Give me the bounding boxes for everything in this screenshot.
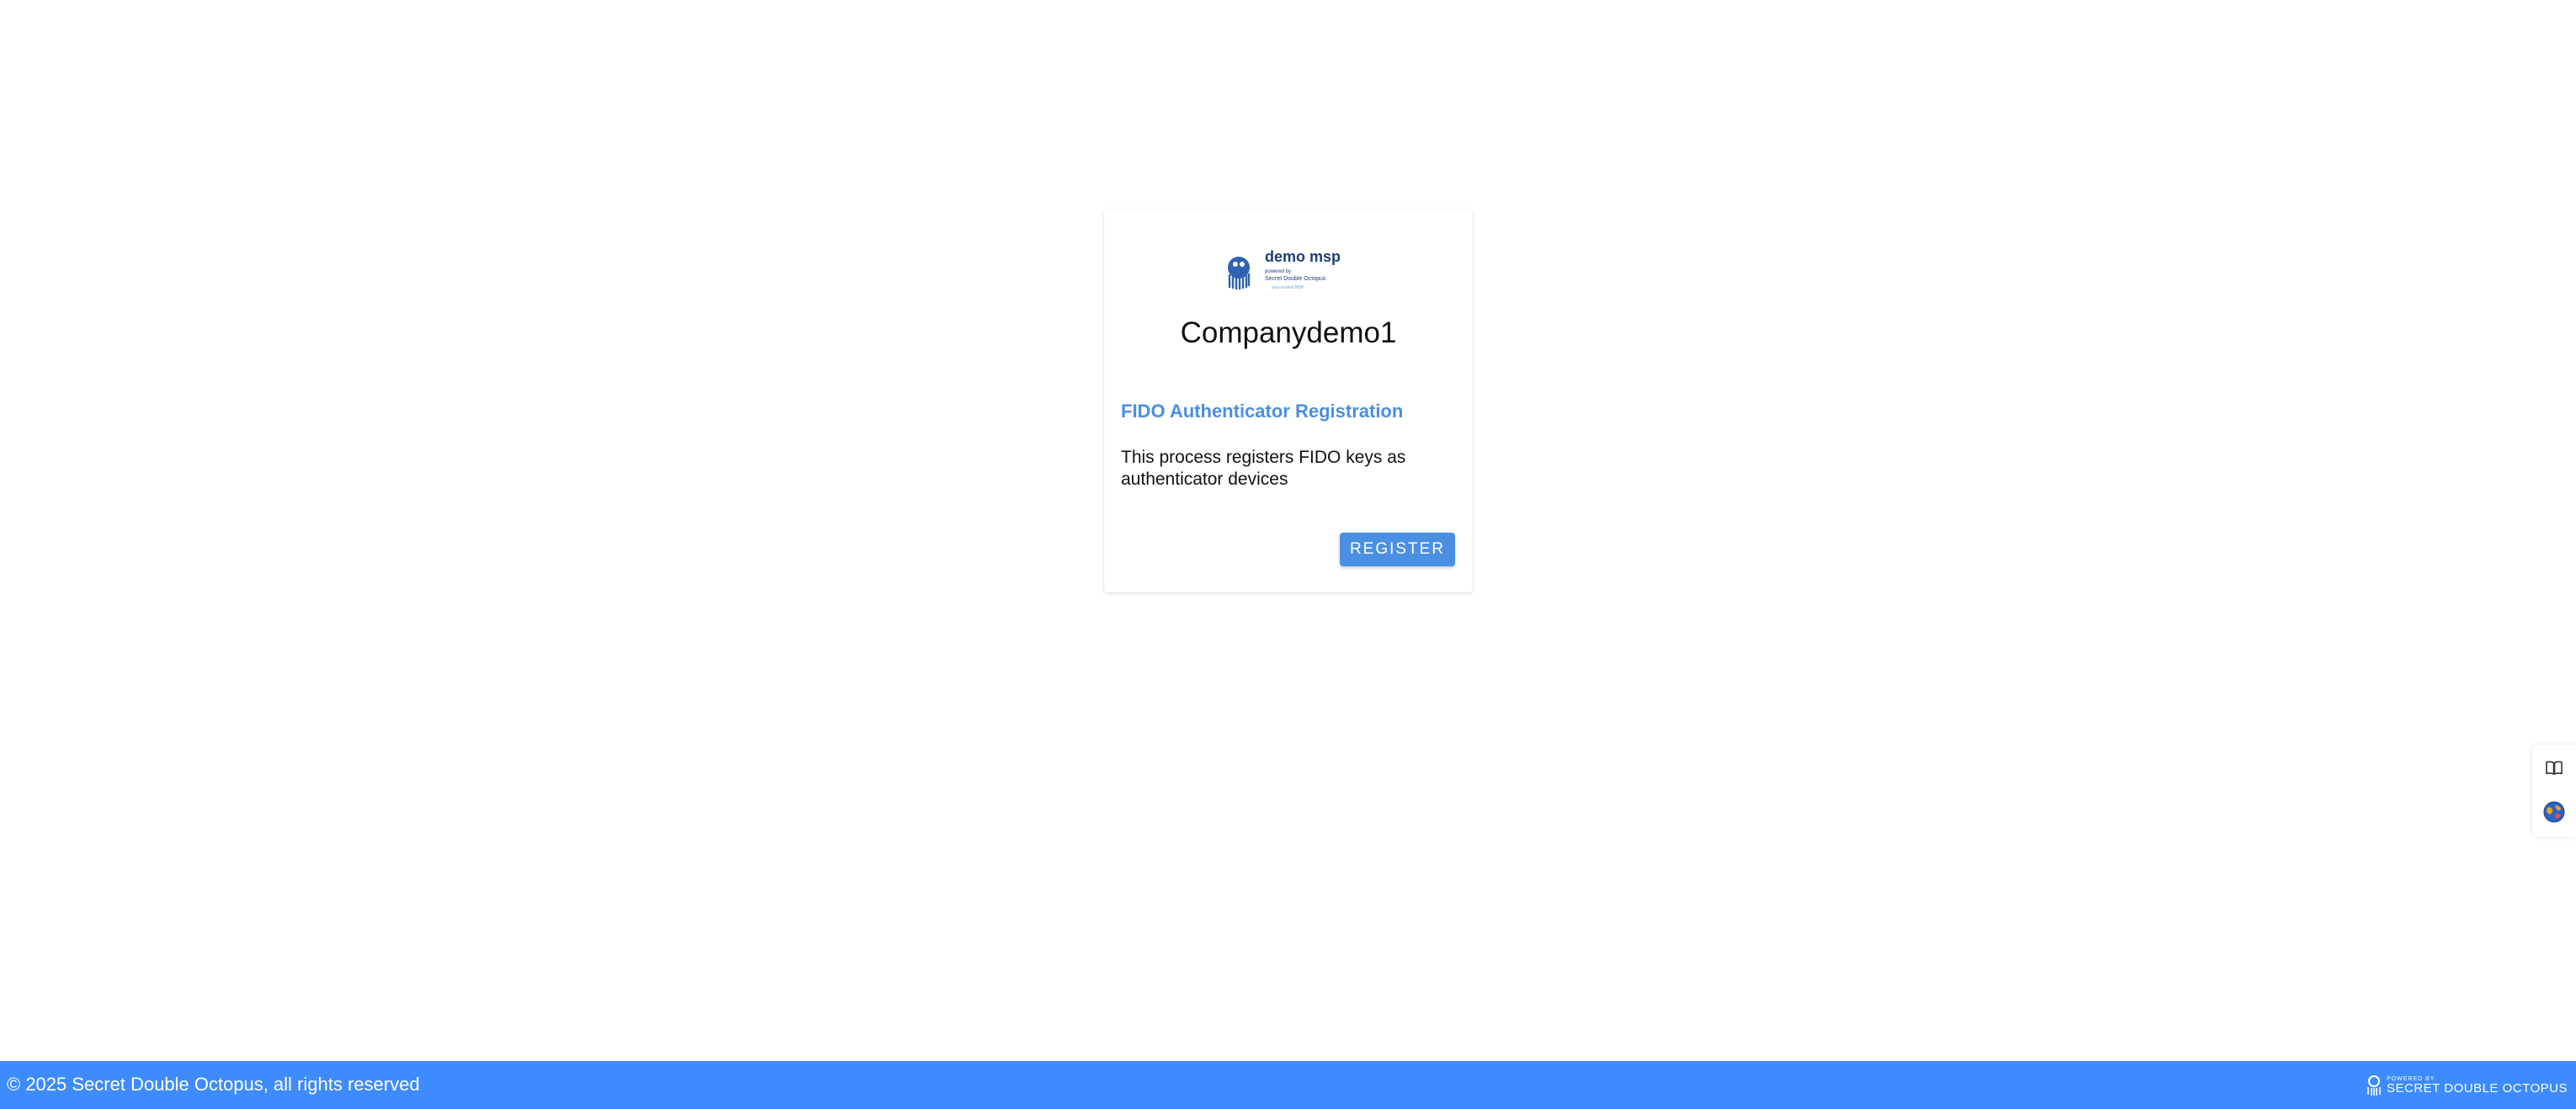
logo-line3: your trusted MSP	[1272, 285, 1304, 290]
book-icon[interactable]	[2544, 758, 2564, 778]
powered-by-brand: SECRET DOUBLE OCTOPUS	[2387, 1081, 2568, 1096]
octopus-icon	[2367, 1075, 2381, 1096]
globe-icon[interactable]	[2542, 800, 2566, 824]
logo-line1: powered by	[1265, 269, 1291, 274]
side-toolbar	[2532, 745, 2576, 837]
copyright-text: © 2025 Secret Double Octopus, all rights…	[7, 1074, 420, 1095]
octopus-logo-icon: demo msp powered by Secret Double Octopu…	[1228, 248, 1341, 290]
register-button[interactable]: REGISTER	[1340, 533, 1455, 566]
registration-card: demo msp powered by Secret Double Octopu…	[1104, 209, 1473, 592]
company-logo: demo msp powered by Secret Double Octopu…	[1224, 242, 1368, 293]
page-title: FIDO Authenticator Registration	[1121, 401, 1404, 422]
logo-line2: Secret Double Octopus	[1265, 276, 1326, 282]
powered-by-logo: POWERED BY SECRET DOUBLE OCTOPUS	[2365, 1073, 2568, 1098]
description-text: This process registers FIDO keys as auth…	[1121, 448, 1406, 489]
company-name: Companydemo1	[1180, 316, 1397, 349]
footer: © 2025 Secret Double Octopus, all rights…	[0, 1061, 2576, 1109]
logo-title: demo msp	[1265, 248, 1341, 265]
